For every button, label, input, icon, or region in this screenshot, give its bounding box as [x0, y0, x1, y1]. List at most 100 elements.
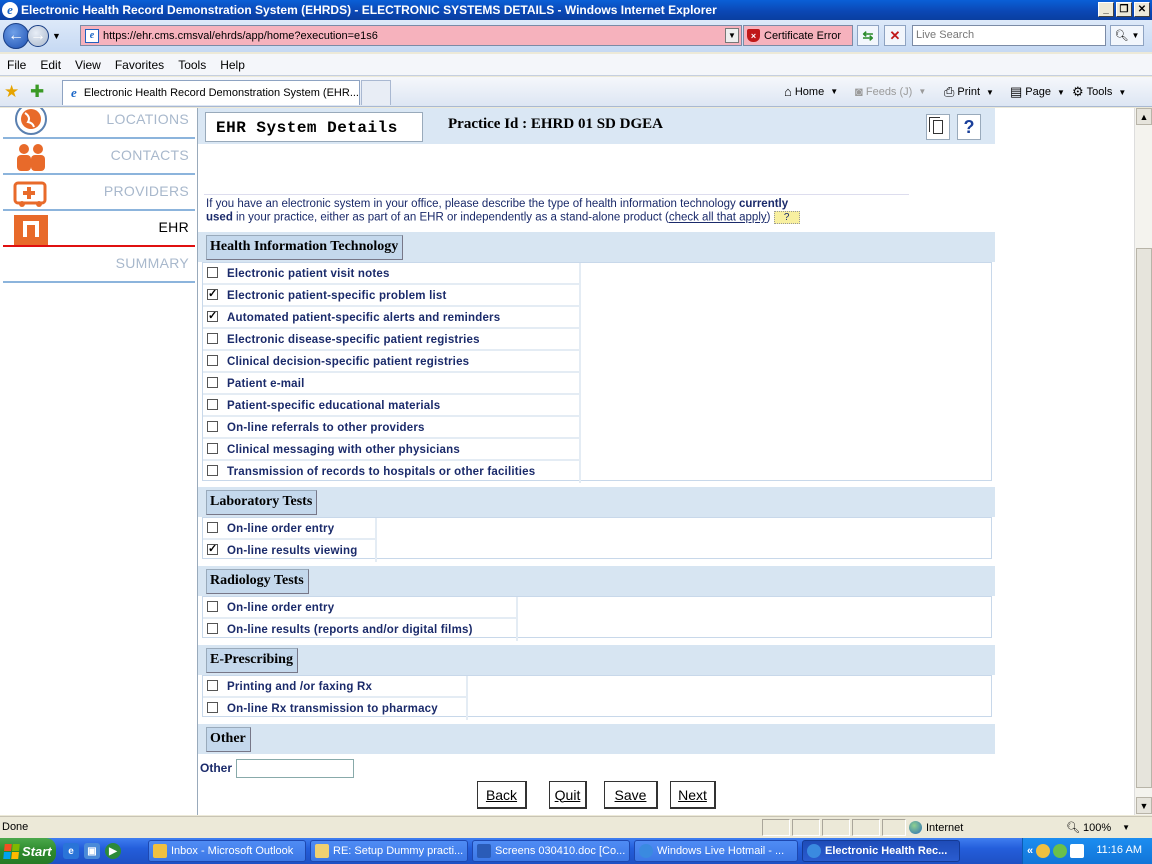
ie-quicklaunch-icon[interactable]: e [63, 843, 79, 859]
copy-button[interactable] [926, 114, 950, 140]
taskbar-item-email[interactable]: RE: Setup Dummy practi... [310, 840, 468, 862]
tools-dropdown-icon[interactable]: ▼ [1118, 88, 1126, 97]
search-dropdown-icon[interactable]: ▼ [1132, 31, 1140, 40]
scroll-up-icon[interactable]: ▲ [1136, 108, 1152, 125]
sidebar-item-summary[interactable]: SUMMARY [3, 249, 195, 283]
checkbox-row[interactable]: Electronic disease-specific patient regi… [203, 329, 581, 351]
restore-button[interactable]: ❐ [1116, 2, 1132, 17]
start-button[interactable]: Start [0, 838, 56, 864]
checkbox-row[interactable]: On-line results (reports and/or digital … [203, 619, 518, 641]
save-button[interactable]: Save [604, 781, 658, 809]
checkbox-row[interactable]: ✓ Automated patient-specific alerts and r… [203, 307, 581, 329]
sidebar-item-ehr[interactable]: EHR [3, 213, 195, 247]
taskbar-item-hotmail[interactable]: Windows Live Hotmail - ... [634, 840, 798, 862]
add-favorite-icon[interactable]: ✚ [30, 82, 44, 102]
stop-button[interactable]: ✕ [884, 25, 906, 46]
status-cell [852, 819, 880, 836]
tray-app-icon[interactable] [1036, 844, 1051, 858]
checkbox[interactable] [207, 355, 218, 366]
checkbox-row[interactable]: ✓ On-line results viewing [203, 540, 377, 562]
scrollbar-thumb[interactable] [1136, 248, 1152, 788]
zoom-control[interactable]: 🔍︎ 100% ▼ [1066, 821, 1130, 835]
feeds-button[interactable]: ◙ Feeds (J) ▼ [855, 84, 926, 99]
feeds-dropdown-icon[interactable]: ▼ [918, 87, 926, 96]
checkbox[interactable] [207, 522, 218, 533]
checkbox-row[interactable]: Transmission of records to hospitals or … [203, 461, 581, 483]
address-dropdown-icon[interactable]: ▼ [725, 28, 739, 43]
menu-help[interactable]: Help [220, 58, 245, 72]
taskbar-item-outlook[interactable]: Inbox - Microsoft Outlook [148, 840, 306, 862]
checkbox[interactable] [207, 680, 218, 691]
checkbox-row[interactable]: Electronic patient visit notes [203, 263, 581, 285]
sidebar-item-providers[interactable]: PROVIDERS [3, 177, 195, 211]
checkbox-row[interactable]: On-line order entry [203, 597, 518, 619]
menu-view[interactable]: View [75, 58, 101, 72]
intro-help-button[interactable]: ? [773, 211, 800, 224]
menu-tools[interactable]: Tools [178, 58, 206, 72]
page-dropdown-icon[interactable]: ▼ [1057, 88, 1065, 97]
checkbox-row[interactable]: On-line Rx transmission to pharmacy [203, 698, 468, 720]
checkbox-row[interactable]: Clinical messaging with other physicians [203, 439, 581, 461]
media-quicklaunch-icon[interactable]: ▶ [105, 843, 121, 859]
close-button[interactable]: ✕ [1134, 2, 1150, 17]
checkbox[interactable] [207, 267, 218, 278]
back-button[interactable]: Back [477, 781, 527, 809]
checkbox-row[interactable]: On-line order entry [203, 518, 377, 540]
scroll-down-icon[interactable]: ▼ [1136, 797, 1152, 814]
checkbox[interactable] [207, 421, 218, 432]
checkbox-row[interactable]: Printing and /or faxing Rx [203, 676, 468, 698]
menu-file[interactable]: File [7, 58, 26, 72]
checkbox[interactable] [207, 702, 218, 713]
sidebar-item-contacts[interactable]: CONTACTS [3, 141, 195, 175]
desktop-quicklaunch-icon[interactable]: ▣ [84, 843, 100, 859]
page-button[interactable]: ▤ Page ▼ [1010, 84, 1065, 100]
tools-button[interactable]: ⚙ Tools ▼ [1072, 84, 1126, 100]
refresh-button[interactable]: ⇆ [857, 25, 879, 46]
tray-expand-icon[interactable]: « [1027, 845, 1033, 857]
history-dropdown-icon[interactable]: ▼ [52, 31, 61, 41]
checkbox-row[interactable]: On-line referrals to other providers [203, 417, 581, 439]
browser-tab[interactable]: e Electronic Health Record Demonstration… [62, 80, 360, 105]
home-button[interactable]: ⌂ Home ▼ [784, 84, 838, 99]
checkbox[interactable] [207, 443, 218, 454]
checkbox-row[interactable]: Clinical decision-specific patient regis… [203, 351, 581, 373]
check-all-link[interactable]: check all that apply [669, 212, 767, 224]
checkbox[interactable] [207, 377, 218, 388]
taskbar-item-ehr[interactable]: Electronic Health Rec... [802, 840, 960, 862]
tray-network-icon[interactable] [1070, 844, 1085, 858]
checkbox-row[interactable]: Patient e-mail [203, 373, 581, 395]
minimize-button[interactable]: _ [1098, 2, 1114, 17]
checkbox[interactable] [207, 601, 218, 612]
favorites-star-icon[interactable]: ★ [4, 82, 19, 102]
forward-nav-button[interactable]: → [27, 25, 49, 47]
home-dropdown-icon[interactable]: ▼ [830, 87, 838, 96]
checkbox-row[interactable]: ✓ Electronic patient-specific problem lis… [203, 285, 581, 307]
menu-favorites[interactable]: Favorites [115, 58, 164, 72]
checkbox[interactable] [207, 623, 218, 634]
quit-button[interactable]: Quit [549, 781, 587, 809]
print-button[interactable]: ⎙ Print ▼ [944, 84, 994, 100]
sidebar-item-locations[interactable]: LOCATIONS [3, 108, 195, 139]
back-nav-button[interactable]: ← [3, 23, 29, 49]
vertical-scrollbar[interactable]: ▲ ▼ [1134, 108, 1152, 815]
checkbox[interactable] [207, 465, 218, 476]
checkbox[interactable] [207, 333, 218, 344]
checkbox[interactable]: ✓ [207, 311, 218, 322]
taskbar-item-word[interactable]: Screens 030410.doc [Co... [472, 840, 630, 862]
certificate-error-button[interactable]: × Certificate Error [743, 25, 853, 46]
checkbox-row[interactable]: Patient-specific educational materials [203, 395, 581, 417]
tray-check-icon[interactable] [1053, 844, 1068, 858]
zoom-dropdown-icon[interactable]: ▼ [1122, 823, 1130, 832]
new-tab-button[interactable] [361, 80, 391, 105]
checkbox[interactable] [207, 399, 218, 410]
address-input[interactable]: e https://ehr.cms.cmsval/ehrds/app/home?… [80, 25, 742, 46]
search-input[interactable]: Live Search [912, 25, 1106, 46]
search-button[interactable]: 🔍︎ ▼ [1110, 25, 1144, 46]
help-button[interactable]: ? [957, 114, 981, 140]
checkbox[interactable]: ✓ [207, 544, 218, 555]
checkbox[interactable]: ✓ [207, 289, 218, 300]
other-input[interactable] [236, 759, 354, 778]
menu-edit[interactable]: Edit [40, 58, 61, 72]
next-button[interactable]: Next [670, 781, 716, 809]
print-dropdown-icon[interactable]: ▼ [986, 88, 994, 97]
